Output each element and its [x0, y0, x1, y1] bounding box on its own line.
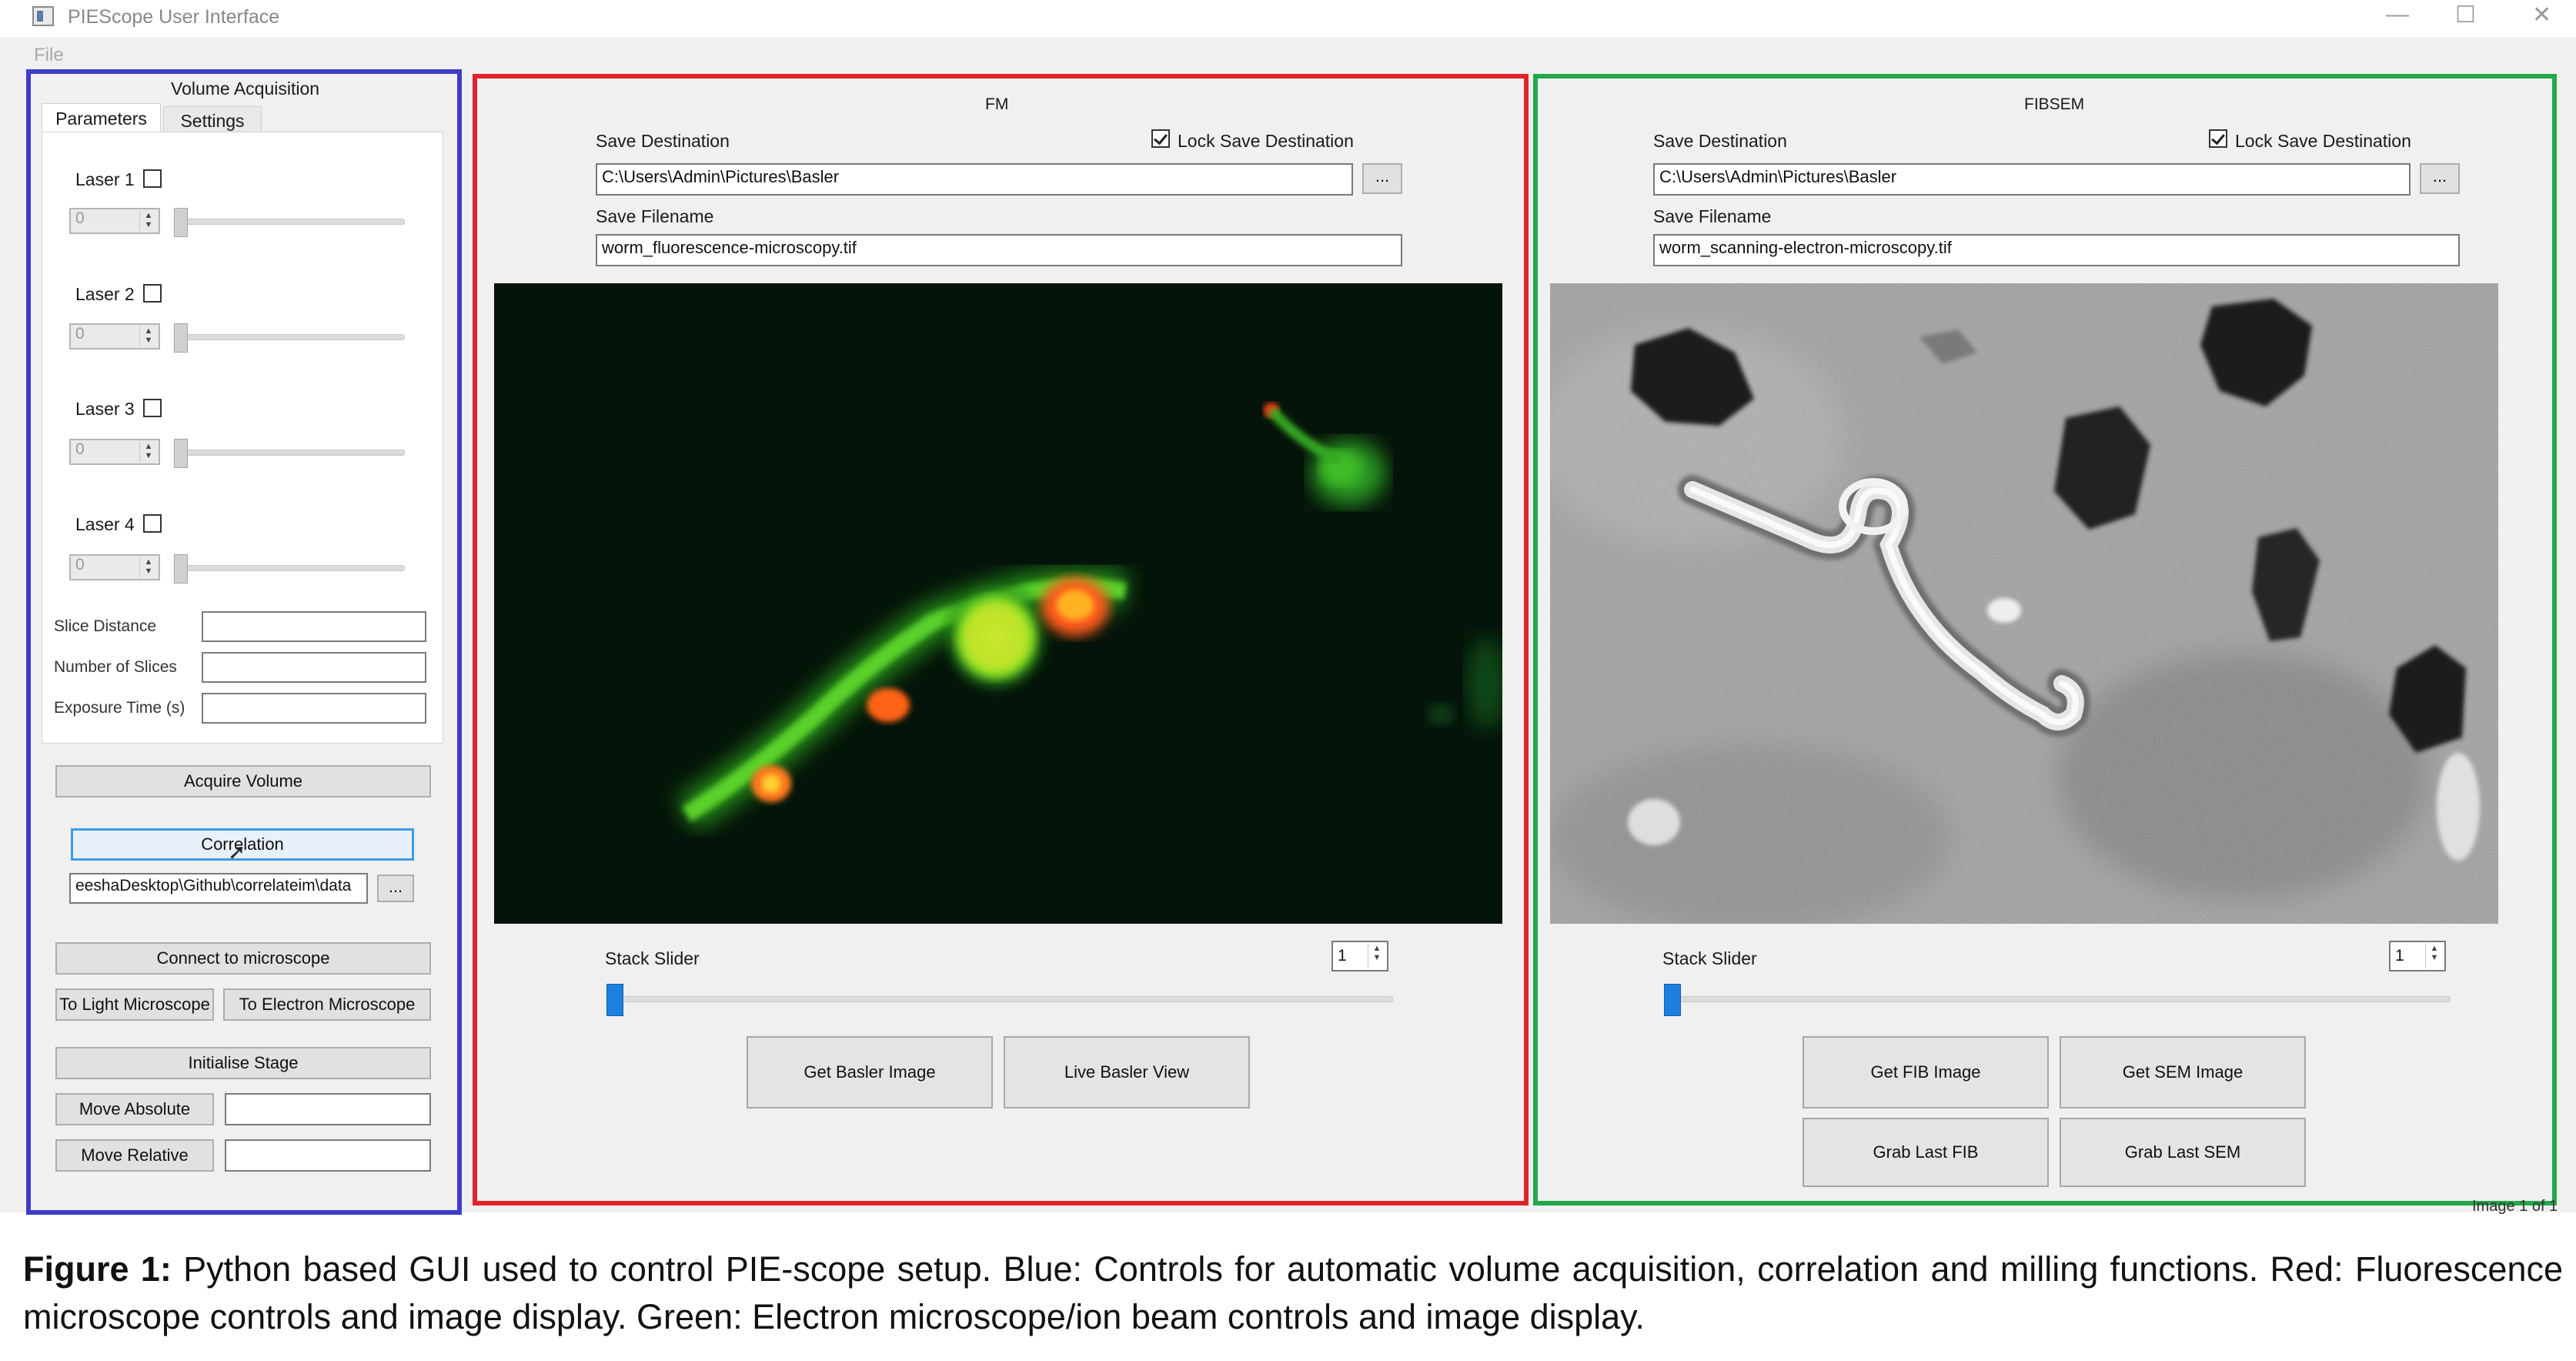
tab-parameters[interactable]: Parameters [42, 103, 161, 132]
fm-browse-button[interactable]: ... [1362, 163, 1402, 194]
laser-1-label: Laser 1 [75, 169, 135, 189]
get-sem-image-button[interactable]: Get SEM Image [2060, 1036, 2306, 1109]
spin-arrows-icon[interactable]: ▲ ▼ [139, 557, 157, 577]
laser-2-slider-track[interactable] [175, 334, 405, 340]
fm-save-destination-label: Save Destination [596, 131, 730, 151]
grab-last-sem-button[interactable]: Grab Last SEM [2060, 1118, 2306, 1187]
laser-4-slider-track[interactable] [175, 565, 405, 571]
number-of-slices-input[interactable] [202, 652, 426, 683]
fm-stack-value: 1 [1338, 947, 1347, 965]
move-relative-button[interactable]: Move Relative [55, 1139, 214, 1172]
laser-2-checkbox[interactable] [143, 284, 162, 303]
fibsem-header: FIBSEM [2024, 95, 2085, 113]
electron-microscopy-image [1550, 283, 2498, 924]
initialise-stage-button[interactable]: Initialise Stage [55, 1047, 431, 1079]
get-fib-image-button[interactable]: Get FIB Image [1803, 1036, 2049, 1109]
volume-acquisition-header: Volume Acquisition [171, 79, 320, 99]
fib-stack-spinbox[interactable]: 1 ▲ ▼ [2389, 941, 2446, 971]
laser-3-slider-track[interactable] [175, 450, 405, 456]
fib-browse-button[interactable]: ... [2420, 163, 2460, 194]
fib-save-destination-label: Save Destination [1653, 131, 1787, 151]
laser-4-checkbox[interactable] [143, 514, 162, 533]
laser-4-value: 0 [75, 556, 85, 573]
laser-3-slider-handle[interactable] [174, 439, 188, 468]
fib-save-destination-input[interactable]: C:\Users\Admin\Pictures\Basler [1653, 163, 2411, 196]
fib-save-filename-input[interactable]: worm_scanning-electron-microscopy.tif [1653, 234, 2460, 266]
laser-2-slider-handle[interactable] [174, 323, 188, 353]
fm-save-filename-label: Save Filename [596, 206, 714, 226]
fibsem-image-display [1550, 283, 2498, 924]
exposure-time-label: Exposure Time (s) [54, 699, 185, 717]
laser-1-checkbox[interactable] [143, 169, 162, 188]
grab-last-fib-button[interactable]: Grab Last FIB [1803, 1118, 2049, 1187]
fm-save-filename-input[interactable]: worm_fluorescence-microscopy.tif [596, 234, 1402, 266]
move-absolute-input[interactable] [225, 1093, 431, 1125]
spin-arrows-icon[interactable]: ▲ ▼ [139, 211, 157, 231]
laser-3-spinbox[interactable]: 0 ▲ ▼ [69, 439, 160, 465]
slice-distance-input[interactable] [202, 611, 426, 642]
spin-arrows-icon[interactable]: ▲ ▼ [139, 442, 157, 462]
laser-3-checkbox[interactable] [143, 399, 162, 417]
correlation-path-input[interactable]: eeshaDesktop\Github\correlateim\data [69, 873, 368, 904]
fm-lock-checkbox[interactable] [1151, 129, 1170, 148]
move-absolute-button[interactable]: Move Absolute [55, 1093, 214, 1125]
acquire-volume-button[interactable]: Acquire Volume [55, 765, 431, 798]
spin-arrows-icon[interactable]: ▲ ▼ [1368, 944, 1385, 968]
app-window: PIEScope User Interface — ☐ ✕ File Volum… [0, 0, 2576, 1215]
move-relative-input[interactable] [225, 1139, 431, 1172]
laser-3-value: 0 [75, 440, 85, 458]
correlation-browse-button[interactable]: ... [377, 874, 414, 902]
figure-caption: Figure 1: Python based GUI used to contr… [23, 1246, 2563, 1341]
laser-2-value: 0 [75, 325, 85, 343]
menu-file[interactable]: File [34, 45, 64, 66]
get-basler-image-button[interactable]: Get Basler Image [747, 1036, 993, 1109]
laser-3-label: Laser 3 [75, 399, 135, 419]
maximize-icon[interactable]: ☐ [2455, 2, 2476, 28]
figure-caption-text: Python based GUI used to control PIE-sco… [23, 1249, 2563, 1336]
fib-save-filename-label: Save Filename [1653, 206, 1772, 226]
laser-4-label: Laser 4 [75, 514, 135, 534]
image-count-status: Image 1 of 1 [2472, 1198, 2558, 1215]
fm-header: FM [985, 95, 1009, 113]
fm-stack-slider-label: Stack Slider [605, 948, 700, 968]
fm-image-display [494, 283, 1502, 924]
mouse-cursor-icon: ➚ [228, 840, 246, 864]
window-title: PIEScope User Interface [68, 6, 280, 28]
fib-lock-label: Lock Save Destination [2235, 131, 2411, 151]
fib-stack-slider-track[interactable] [1666, 996, 2451, 1002]
app-icon [32, 6, 54, 26]
figure-caption-label: Figure 1: [23, 1249, 172, 1289]
laser-1-value: 0 [75, 209, 85, 227]
fib-stack-value: 1 [2395, 947, 2404, 965]
laser-2-label: Laser 2 [75, 284, 135, 304]
minimize-icon[interactable]: — [2386, 2, 2409, 28]
fm-lock-label: Lock Save Destination [1178, 131, 1354, 151]
laser-1-spinbox[interactable]: 0 ▲ ▼ [69, 208, 160, 234]
exposure-time-input[interactable] [202, 693, 426, 724]
laser-4-spinbox[interactable]: 0 ▲ ▼ [69, 554, 160, 580]
fib-stack-slider-handle[interactable] [1664, 984, 1681, 1016]
fm-stack-slider-track[interactable] [608, 996, 1393, 1002]
number-of-slices-label: Number of Slices [54, 658, 177, 676]
fluorescence-image [494, 283, 1502, 924]
close-icon[interactable]: ✕ [2532, 2, 2551, 28]
live-basler-view-button[interactable]: Live Basler View [1004, 1036, 1250, 1109]
to-light-microscope-button[interactable]: To Light Microscope [55, 988, 214, 1021]
fm-stack-spinbox[interactable]: 1 ▲ ▼ [1331, 941, 1388, 971]
tab-settings[interactable]: Settings [163, 106, 262, 132]
fib-lock-checkbox[interactable] [2209, 129, 2227, 148]
title-bar [0, 0, 2576, 37]
laser-2-spinbox[interactable]: 0 ▲ ▼ [69, 323, 160, 349]
fm-save-destination-input[interactable]: C:\Users\Admin\Pictures\Basler [596, 163, 1353, 196]
fm-stack-slider-handle[interactable] [606, 984, 623, 1016]
laser-1-slider-handle[interactable] [174, 208, 188, 237]
laser-1-slider-track[interactable] [175, 219, 405, 225]
spin-arrows-icon[interactable]: ▲ ▼ [139, 326, 157, 346]
slice-distance-label: Slice Distance [54, 617, 157, 635]
fib-stack-slider-label: Stack Slider [1662, 948, 1757, 968]
spin-arrows-icon[interactable]: ▲ ▼ [2425, 944, 2443, 968]
to-electron-microscope-button[interactable]: To Electron Microscope [223, 988, 431, 1021]
laser-4-slider-handle[interactable] [174, 554, 188, 584]
connect-microscope-button[interactable]: Connect to microscope [55, 942, 431, 975]
